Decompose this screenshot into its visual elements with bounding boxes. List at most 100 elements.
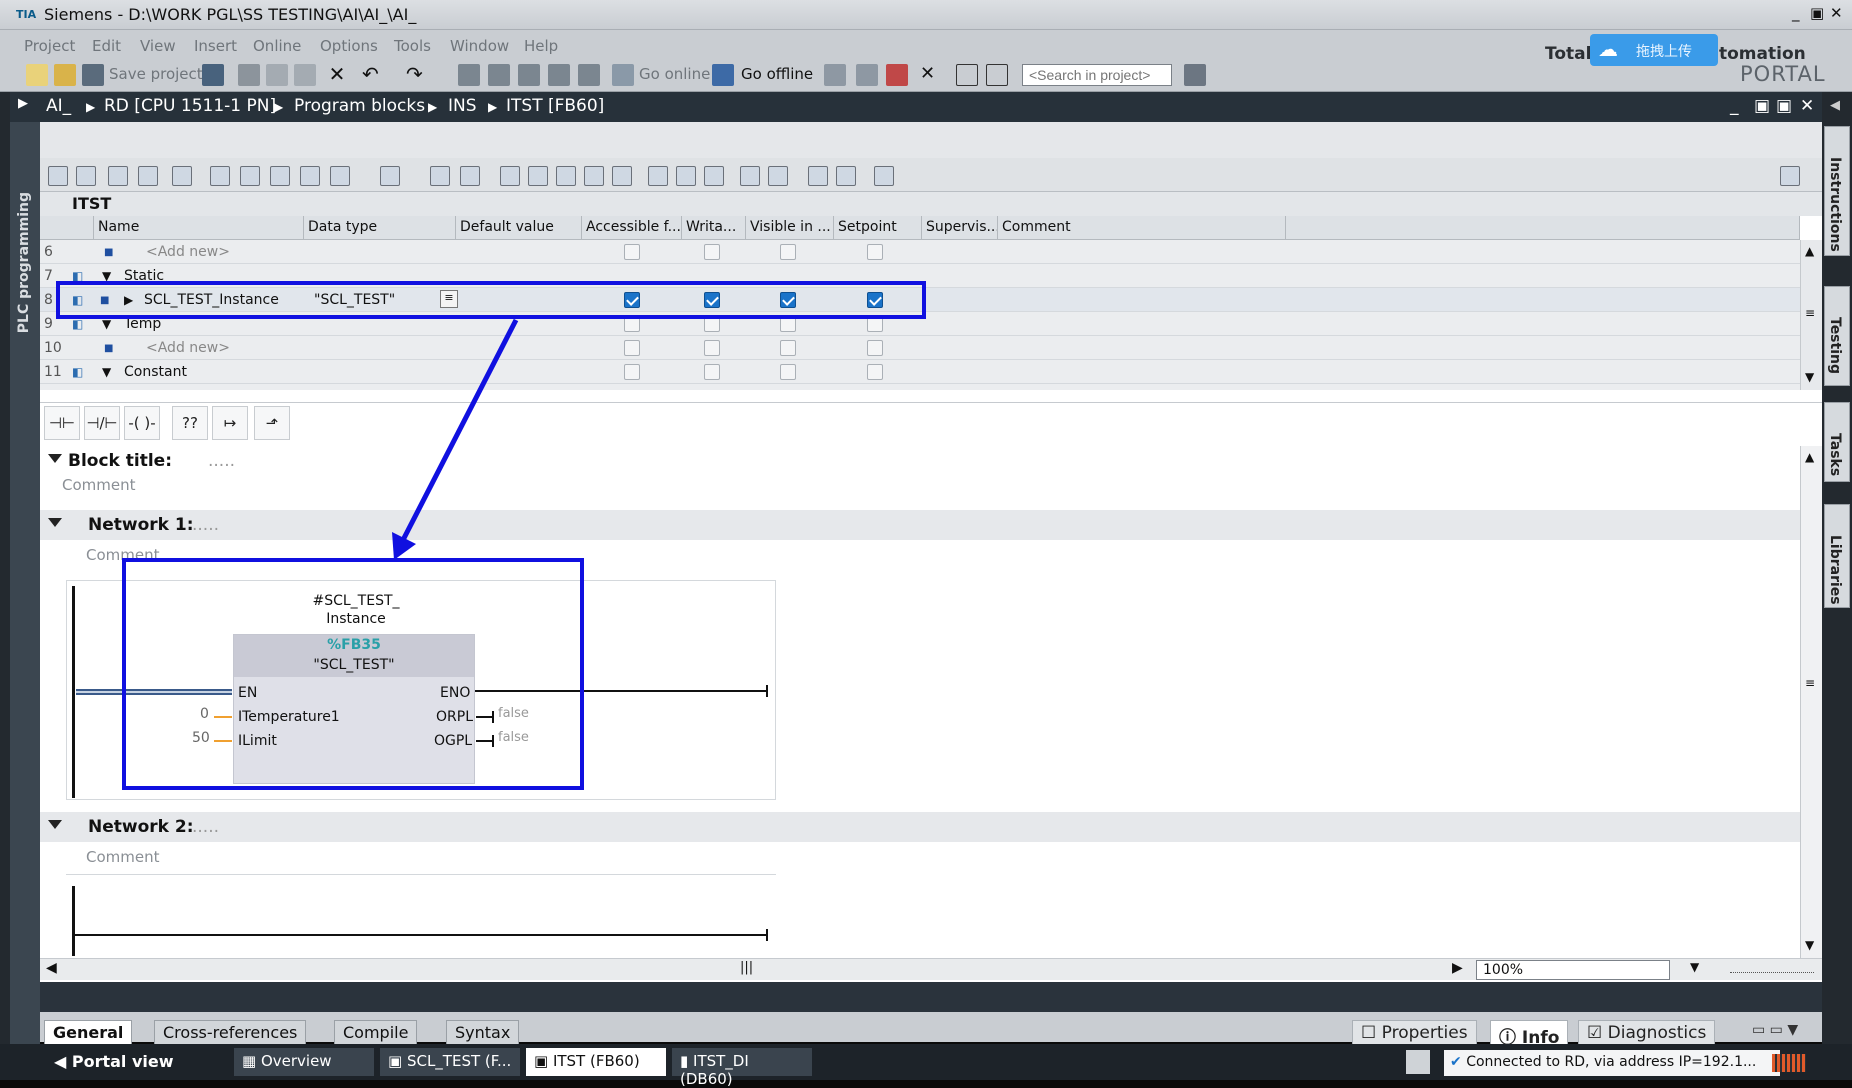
row-name[interactable]: <Add new> xyxy=(146,244,230,260)
editor-layout-icon[interactable] xyxy=(1780,166,1800,186)
scroll-up-icon[interactable]: ▲ xyxy=(1805,450,1814,464)
minimize-button[interactable]: _ xyxy=(1792,4,1800,22)
step-out-icon[interactable] xyxy=(612,166,632,186)
col-data-type[interactable]: Data type xyxy=(304,216,456,240)
editor-float-button[interactable]: ▣ xyxy=(1776,96,1792,116)
tab-properties[interactable]: ☐ Properties xyxy=(1352,1020,1477,1046)
update-icon[interactable] xyxy=(768,166,788,186)
col-writable[interactable]: Writa... xyxy=(682,216,746,240)
expand-arrow-icon[interactable]: ◀ xyxy=(1830,98,1840,113)
delete-breakpoint-icon[interactable] xyxy=(528,166,548,186)
scroll-grip-icon[interactable]: ≡ xyxy=(1805,676,1815,690)
comments-icon[interactable] xyxy=(300,166,320,186)
search-binoculars-icon[interactable] xyxy=(1184,64,1206,86)
step-over-icon[interactable] xyxy=(556,166,576,186)
table-scrollbar[interactable]: ▲ ≡ ▼ xyxy=(1800,240,1822,390)
go-offline-icon[interactable] xyxy=(712,64,734,86)
collapse-icon[interactable] xyxy=(48,454,62,463)
breadcrumb-program-blocks[interactable]: Program blocks xyxy=(294,96,425,116)
go-offline-button[interactable]: Go offline xyxy=(741,65,813,83)
task-itst-active[interactable]: ▣ ITST (FB60) xyxy=(526,1048,666,1076)
editor-close-button[interactable]: ✕ xyxy=(1800,96,1814,116)
open-all-networks-icon[interactable] xyxy=(210,166,230,186)
table-row[interactable]: 6 ■ <Add new> xyxy=(40,240,1800,264)
editor-minimize-button[interactable]: _ xyxy=(1730,96,1739,116)
menu-insert[interactable]: Insert xyxy=(194,37,237,55)
step-into-icon[interactable] xyxy=(584,166,604,186)
col-comment[interactable]: Comment xyxy=(998,216,1286,240)
task-itst-di[interactable]: ▮ ITST_DI (DB60) xyxy=(672,1048,812,1088)
snapshot-icon[interactable] xyxy=(836,166,856,186)
block-title-header[interactable]: Block title: ..... xyxy=(40,446,1800,476)
print-icon[interactable] xyxy=(202,64,224,86)
cross-reference-icon[interactable]: ✕ xyxy=(920,64,942,86)
tab-syntax[interactable]: Syntax xyxy=(446,1020,520,1046)
scroll-down-icon[interactable]: ▼ xyxy=(1805,370,1814,384)
col-default-value[interactable]: Default value xyxy=(456,216,582,240)
zoom-slider[interactable] xyxy=(1730,963,1814,973)
table-row[interactable]: 11 ◧ ▼ Constant xyxy=(40,360,1800,384)
close-all-networks-icon[interactable] xyxy=(240,166,260,186)
operand-display-icon[interactable] xyxy=(380,166,400,186)
breadcrumb-project[interactable]: AI_ xyxy=(46,96,71,116)
no-contact-button[interactable]: ⊣⊢ xyxy=(44,406,80,440)
navigation-icon[interactable] xyxy=(460,166,480,186)
monitor-icon[interactable] xyxy=(172,166,192,186)
zoom-dropdown-icon[interactable]: ▼ xyxy=(1690,960,1699,974)
portal-view-button[interactable]: ◀ Portal view xyxy=(46,1048,182,1076)
menu-window[interactable]: Window xyxy=(450,37,509,55)
collapse-icon[interactable] xyxy=(48,518,62,527)
col-accessible[interactable]: Accessible f... xyxy=(582,216,682,240)
close-button[interactable]: ✕ xyxy=(1830,4,1843,22)
compile-icon[interactable] xyxy=(458,64,480,86)
insert-row-icon[interactable] xyxy=(108,166,128,186)
redo-icon[interactable]: ↷ xyxy=(406,64,428,86)
empty-box-button[interactable]: ?? xyxy=(172,406,208,440)
network-1-header[interactable]: Network 1: ..... xyxy=(40,510,1800,540)
absolute-operands-icon[interactable] xyxy=(270,166,290,186)
setpoint-checkbox[interactable] xyxy=(867,340,883,356)
accessible-checkbox[interactable] xyxy=(624,340,640,356)
go-to-icon[interactable] xyxy=(648,166,668,186)
scroll-up-icon[interactable]: ▲ xyxy=(1805,244,1814,258)
col-visible[interactable]: Visible in ... xyxy=(746,216,834,240)
watch-icon[interactable] xyxy=(808,166,828,186)
tab-instructions[interactable]: Instructions xyxy=(1824,126,1850,256)
tab-cross-references[interactable]: Cross-references xyxy=(154,1020,307,1046)
row-name[interactable]: Constant xyxy=(124,364,187,380)
menu-view[interactable]: View xyxy=(140,37,176,55)
device-icon[interactable] xyxy=(578,64,600,86)
collapse-arrow-icon[interactable]: ▶ xyxy=(18,96,28,111)
writable-checkbox[interactable] xyxy=(704,244,720,260)
split-vertical-icon[interactable] xyxy=(986,64,1008,86)
simulation-icon[interactable] xyxy=(548,64,570,86)
network-comments-icon[interactable] xyxy=(430,166,450,186)
save-icon[interactable] xyxy=(82,64,104,86)
breadcrumb-ins[interactable]: INS xyxy=(448,96,477,116)
zoom-select[interactable]: 100% xyxy=(1476,960,1670,980)
menu-project[interactable]: Project xyxy=(24,37,75,55)
status-icon[interactable] xyxy=(1406,1050,1430,1074)
download-icon[interactable] xyxy=(488,64,510,86)
writable-checkbox[interactable] xyxy=(704,340,720,356)
add-row-icon[interactable] xyxy=(138,166,158,186)
task-overview[interactable]: ▦ Overview xyxy=(234,1048,374,1076)
coil-button[interactable]: -( )- xyxy=(124,406,160,440)
go-online-button[interactable]: Go online xyxy=(639,65,710,83)
nc-contact-button[interactable]: ⊣/⊢ xyxy=(84,406,120,440)
upload-icon[interactable] xyxy=(518,64,540,86)
stop-cpu-icon[interactable] xyxy=(886,64,908,86)
breakpoint-icon[interactable] xyxy=(500,166,520,186)
delete-network-icon[interactable] xyxy=(76,166,96,186)
editor-scrollbar[interactable]: ▲ ≡ ▼ xyxy=(1800,446,1822,958)
close-branch-button[interactable]: ⬏ xyxy=(254,406,290,440)
tab-testing[interactable]: Testing xyxy=(1824,286,1850,386)
accessible-checkbox[interactable] xyxy=(624,244,640,260)
row-name[interactable]: <Add new> xyxy=(146,340,230,356)
open-branch-button[interactable]: ↦ xyxy=(212,406,248,440)
save-project-button[interactable]: Save project xyxy=(109,65,203,83)
setpoint-checkbox[interactable] xyxy=(867,244,883,260)
network-2-header[interactable]: Network 2: ..... xyxy=(40,812,1800,842)
delete-icon[interactable]: ✕ xyxy=(326,64,348,86)
plc-programming-bar[interactable]: PLC programming xyxy=(10,122,40,1072)
